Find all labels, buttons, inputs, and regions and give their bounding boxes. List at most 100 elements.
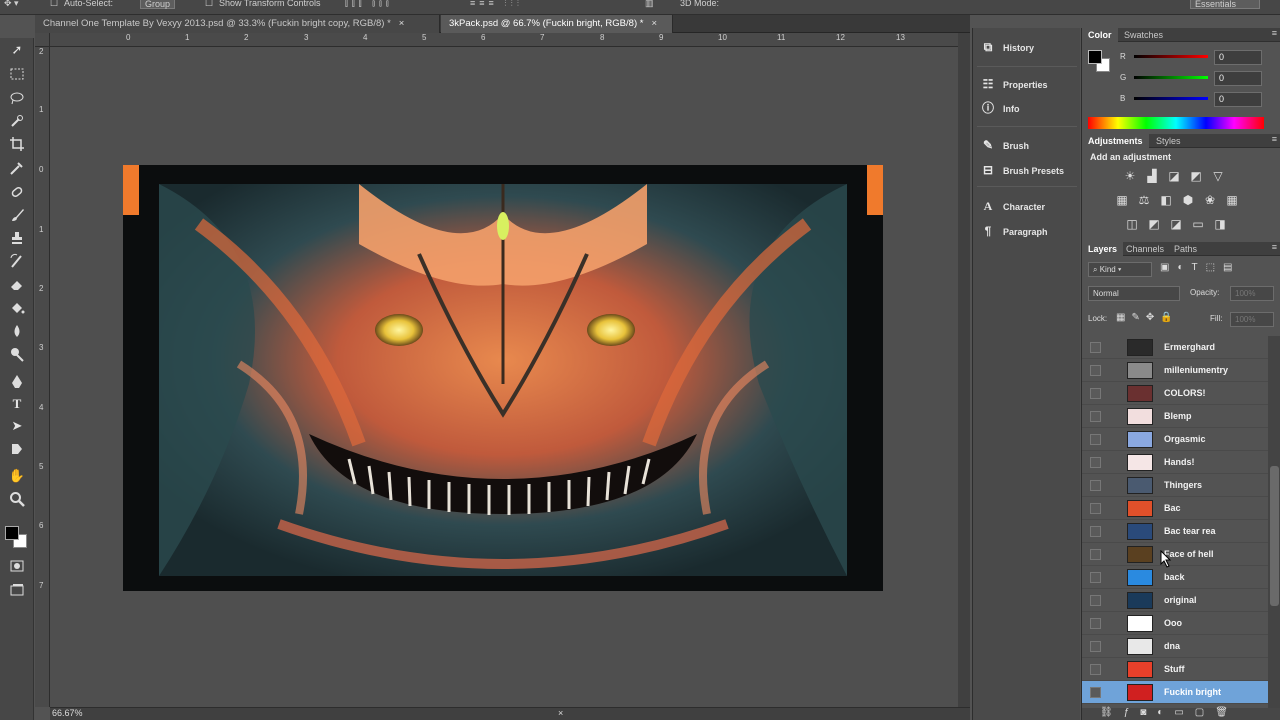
fill-field[interactable]: 100% [1230, 312, 1274, 327]
color-lookup-icon[interactable]: ▦ [1222, 192, 1242, 208]
visibility-toggle[interactable] [1090, 365, 1101, 376]
photo-filter-icon[interactable]: ⬢ [1178, 192, 1198, 208]
auto-select-checkbox[interactable]: ☐ [50, 0, 58, 13]
auto-align-icon[interactable]: ▥ [645, 0, 654, 13]
document-canvas[interactable] [123, 165, 883, 591]
crop-tool-icon[interactable] [6, 134, 28, 154]
layer-row-selected[interactable]: Fuckin bright [1082, 681, 1268, 704]
panel-info[interactable]: ⓘ Info [979, 97, 1075, 119]
tab-layers[interactable]: Layers [1082, 242, 1124, 256]
layer-row[interactable]: Bac tear rea [1082, 520, 1268, 543]
visibility-toggle[interactable] [1090, 664, 1101, 675]
zoom-level[interactable]: 66.67% [52, 708, 83, 718]
distribute-icons[interactable]: ≡≡≡ ⫶⫶⫶ [470, 0, 523, 13]
horizontal-ruler[interactable]: 0 1 2 3 4 5 6 7 8 9 10 11 12 13 [50, 33, 958, 47]
tab-channels[interactable]: Channels [1120, 242, 1170, 256]
black-white-icon[interactable]: ◧ [1156, 192, 1176, 208]
hue-saturation-icon[interactable]: ▦ [1112, 192, 1132, 208]
screen-mode-icon[interactable] [6, 580, 28, 600]
tab-adjustments[interactable]: Adjustments [1082, 134, 1149, 148]
visibility-toggle[interactable] [1090, 641, 1101, 652]
blue-slider[interactable]: B 0 [1086, 92, 1278, 110]
color-balance-icon[interactable]: ⚖ [1134, 192, 1154, 208]
quick-select-tool-icon[interactable] [6, 111, 28, 131]
clone-stamp-tool-icon[interactable] [6, 228, 28, 248]
vibrance-icon[interactable]: ▽ [1208, 168, 1228, 184]
close-tab-icon[interactable]: × [651, 18, 657, 29]
layer-row[interactable]: milleniumentry [1082, 359, 1268, 382]
selective-color-icon[interactable]: ◨ [1210, 216, 1230, 232]
marquee-tool-icon[interactable] [6, 64, 28, 84]
workspace-dropdown[interactable]: Essentials [1190, 0, 1260, 9]
gradient-map-icon[interactable]: ▭ [1188, 216, 1208, 232]
panel-brush-presets[interactable]: ⊟ Brush Presets [979, 159, 1075, 181]
layer-row[interactable]: dna [1082, 635, 1268, 658]
panel-brush[interactable]: ✎ Brush [979, 134, 1075, 156]
panel-paragraph[interactable]: ¶ Paragraph [979, 220, 1075, 242]
layer-row[interactable]: Blemp [1082, 405, 1268, 428]
layer-row[interactable]: Ooo [1082, 612, 1268, 635]
show-transform-checkbox[interactable]: ☐ [205, 0, 213, 13]
color-foreground-swatch[interactable] [1088, 50, 1102, 64]
auto-select-dropdown[interactable]: Group [140, 0, 176, 9]
layer-filter-icons[interactable]: ▣◐T⬚▤ [1160, 262, 1241, 273]
hand-tool-icon[interactable]: ✋ [6, 466, 28, 486]
ruler-origin[interactable] [35, 33, 50, 47]
tab-styles[interactable]: Styles [1150, 134, 1187, 148]
visibility-toggle[interactable] [1090, 618, 1101, 629]
visibility-toggle[interactable] [1090, 480, 1101, 491]
path-selection-tool-icon[interactable]: ➤ [6, 416, 28, 436]
history-brush-tool-icon[interactable] [6, 251, 28, 271]
lasso-tool-icon[interactable] [6, 88, 28, 108]
healing-brush-tool-icon[interactable] [6, 182, 28, 202]
green-track[interactable] [1134, 76, 1208, 79]
layer-row[interactable]: original [1082, 589, 1268, 612]
dodge-tool-icon[interactable] [6, 344, 28, 364]
visibility-toggle[interactable] [1090, 687, 1101, 698]
quick-mask-icon[interactable] [6, 556, 28, 576]
shape-tool-icon[interactable] [6, 439, 28, 459]
red-track[interactable] [1134, 55, 1208, 58]
eyedropper-tool-icon[interactable] [6, 158, 28, 178]
tab-paths[interactable]: Paths [1168, 242, 1203, 256]
visibility-toggle[interactable] [1090, 572, 1101, 583]
paint-bucket-tool-icon[interactable] [6, 298, 28, 318]
panel-character[interactable]: A Character [979, 195, 1075, 217]
close-tab-icon[interactable]: × [399, 18, 405, 29]
panel-menu-icon[interactable]: ≡ [1272, 242, 1277, 252]
visibility-toggle[interactable] [1090, 388, 1101, 399]
panel-properties[interactable]: ☷ Properties [979, 73, 1075, 95]
blue-value-field[interactable]: 0 [1214, 92, 1262, 107]
visibility-toggle[interactable] [1090, 595, 1101, 606]
visibility-toggle[interactable] [1090, 526, 1101, 537]
zoom-tool-icon[interactable] [6, 489, 28, 509]
visibility-toggle[interactable] [1090, 503, 1101, 514]
brush-tool-icon[interactable] [6, 205, 28, 225]
type-tool-icon[interactable]: T [6, 394, 28, 414]
layer-row[interactable]: Thingers [1082, 474, 1268, 497]
layer-row[interactable]: COLORS! [1082, 382, 1268, 405]
invert-icon[interactable]: ◫ [1122, 216, 1142, 232]
layer-footer-icons[interactable]: ⛓ƒ◙◐▭▢🗑 [1100, 707, 1239, 718]
channel-mixer-icon[interactable]: ❀ [1200, 192, 1220, 208]
layer-row[interactable]: Ermerghard [1082, 336, 1268, 359]
opacity-field[interactable]: 100% [1230, 286, 1274, 301]
layer-row[interactable]: Hands! [1082, 451, 1268, 474]
visibility-toggle[interactable] [1090, 457, 1101, 468]
tab-channel-one-template[interactable]: Channel One Template By Vexyy 2013.psd @… [35, 15, 440, 33]
close-icon[interactable]: × [558, 708, 563, 718]
blue-track[interactable] [1134, 97, 1208, 100]
tab-3kpack[interactable]: 3kPack.psd @ 66.7% (Fuckin bright, RGB/8… [441, 15, 673, 33]
filter-kind-dropdown[interactable]: ⌕ Kind ▾ [1088, 262, 1152, 277]
threshold-icon[interactable]: ◪ [1166, 216, 1186, 232]
eraser-tool-icon[interactable] [6, 275, 28, 295]
align-icons[interactable]: ⫿⫿⫿ ⫾⫾⫾ [345, 0, 393, 13]
lock-icons[interactable]: ▦✎✥🔒 [1116, 312, 1179, 323]
blur-tool-icon[interactable] [6, 321, 28, 341]
green-slider[interactable]: G 0 [1086, 71, 1278, 89]
move-tool-icon[interactable]: ➚ [6, 40, 28, 60]
panel-menu-icon[interactable]: ≡ [1272, 134, 1277, 144]
blend-mode-dropdown[interactable]: Normal [1088, 286, 1180, 301]
tab-swatches[interactable]: Swatches [1118, 28, 1169, 42]
visibility-toggle[interactable] [1090, 411, 1101, 422]
